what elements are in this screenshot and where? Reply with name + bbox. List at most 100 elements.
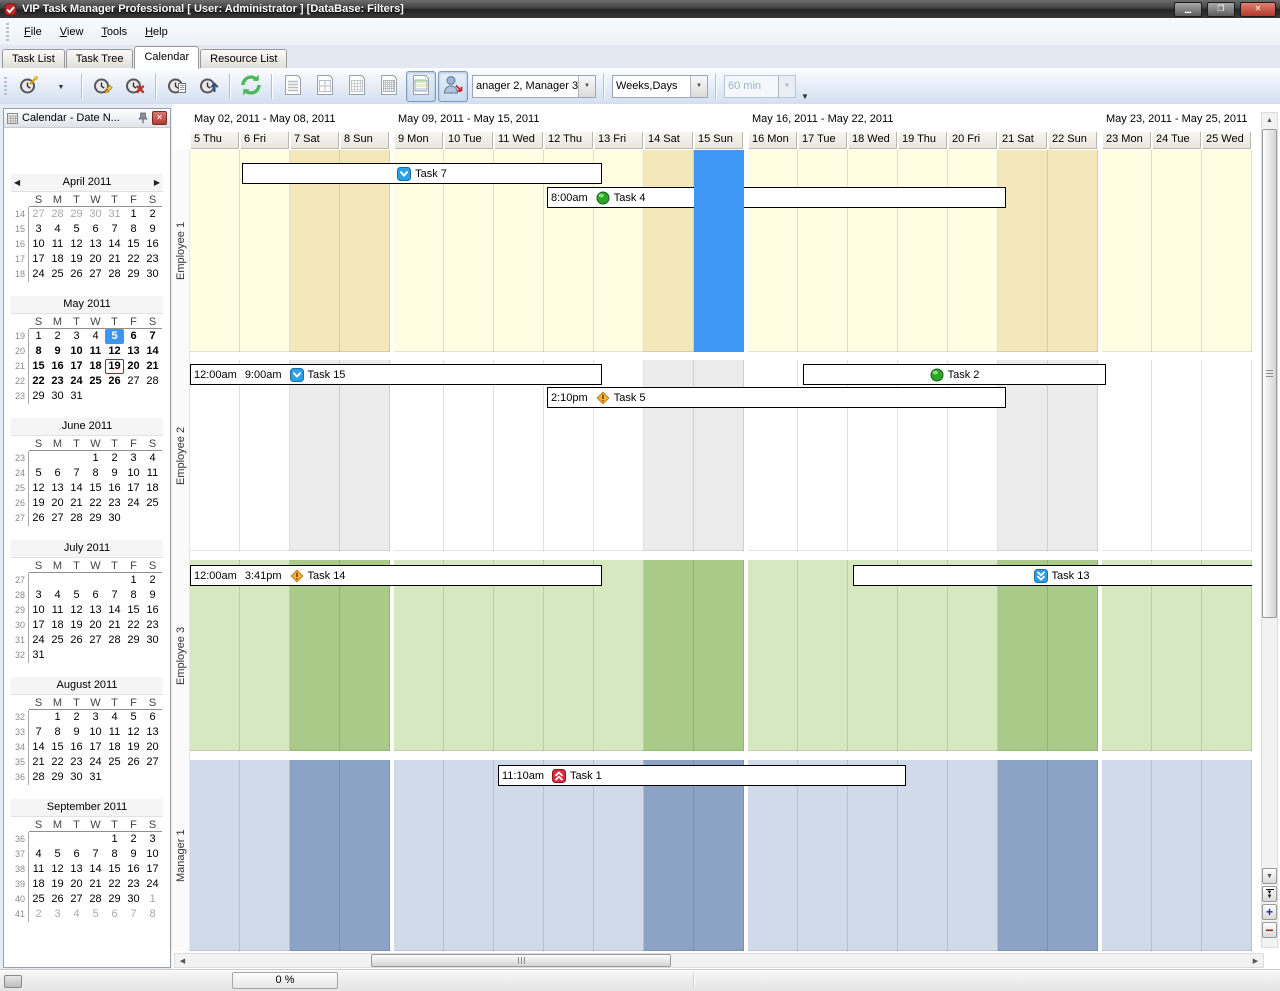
day-16[interactable]: 16 bbox=[48, 359, 67, 374]
day-9[interactable]: 9 bbox=[67, 725, 86, 740]
day-29[interactable]: 29 bbox=[105, 892, 124, 907]
day-25[interactable]: 25 bbox=[143, 496, 162, 511]
day-19[interactable]: 19 bbox=[48, 877, 67, 892]
day-5[interactable]: 5 bbox=[124, 710, 143, 725]
day-header-14-sat[interactable]: 14 Sat bbox=[644, 131, 693, 149]
day-header-18-wed[interactable]: 18 Wed bbox=[848, 131, 897, 149]
day-11[interactable]: 11 bbox=[105, 725, 124, 740]
day-14[interactable]: 14 bbox=[105, 603, 124, 618]
day-cell[interactable] bbox=[1152, 360, 1202, 551]
day-22[interactable]: 22 bbox=[48, 755, 67, 770]
day-cell[interactable] bbox=[340, 560, 390, 751]
day-header-24-tue[interactable]: 24 Tue bbox=[1152, 131, 1201, 149]
day-17[interactable]: 17 bbox=[124, 481, 143, 496]
menu-view[interactable]: View bbox=[51, 22, 93, 42]
day-9[interactable]: 9 bbox=[48, 344, 67, 359]
day-2[interactable]: 2 bbox=[143, 573, 162, 588]
day-14[interactable]: 14 bbox=[29, 740, 48, 755]
day-cell[interactable] bbox=[798, 760, 848, 951]
day-8[interactable]: 8 bbox=[48, 725, 67, 740]
day-22[interactable]: 22 bbox=[124, 618, 143, 633]
day-cell[interactable] bbox=[948, 560, 998, 751]
day-26[interactable]: 26 bbox=[67, 267, 86, 282]
day-header-8-sun[interactable]: 8 Sun bbox=[340, 131, 389, 149]
day-26[interactable]: 26 bbox=[48, 892, 67, 907]
day-15[interactable]: 15 bbox=[86, 481, 105, 496]
day-22[interactable]: 22 bbox=[86, 496, 105, 511]
day-1[interactable]: 1 bbox=[124, 207, 143, 222]
day-cell[interactable] bbox=[644, 760, 694, 951]
day-16[interactable]: 16 bbox=[67, 740, 86, 755]
day-13[interactable]: 13 bbox=[86, 603, 105, 618]
day-header-23-mon[interactable]: 23 Mon bbox=[1102, 131, 1151, 149]
day-10[interactable]: 10 bbox=[67, 344, 86, 359]
day-cell[interactable] bbox=[190, 760, 240, 951]
day-cell[interactable] bbox=[748, 150, 798, 352]
day-cell[interactable] bbox=[394, 360, 444, 551]
day-2[interactable]: 2 bbox=[105, 451, 124, 466]
day-cell[interactable] bbox=[240, 360, 290, 551]
day-2[interactable]: 2 bbox=[48, 329, 67, 344]
day-13[interactable]: 13 bbox=[67, 862, 86, 877]
day-15[interactable]: 15 bbox=[29, 359, 48, 374]
tab-task-tree[interactable]: Task Tree bbox=[66, 49, 134, 68]
day-cell[interactable] bbox=[848, 150, 898, 352]
day-cell[interactable] bbox=[1048, 560, 1098, 751]
day-3[interactable]: 3 bbox=[67, 329, 86, 344]
day-12[interactable]: 12 bbox=[29, 481, 48, 496]
scroll-to-bottom-button[interactable]: ▼▼ bbox=[1262, 886, 1277, 902]
day-cell[interactable] bbox=[290, 760, 340, 951]
day-1[interactable]: 1 bbox=[86, 451, 105, 466]
horizontal-scroll-thumb[interactable] bbox=[371, 954, 671, 967]
next-month-icon[interactable]: ▶ bbox=[154, 175, 160, 191]
task-bar-task-4[interactable]: 8:00amTask 4 bbox=[547, 187, 1006, 208]
day-19[interactable]: 19 bbox=[67, 618, 86, 633]
day-3[interactable]: 3 bbox=[124, 451, 143, 466]
day-10[interactable]: 10 bbox=[124, 466, 143, 481]
day-27[interactable]: 27 bbox=[124, 374, 143, 389]
day-14[interactable]: 14 bbox=[105, 237, 124, 252]
day-cell[interactable] bbox=[494, 560, 544, 751]
task-bar-task-1[interactable]: 11:10amTask 1 bbox=[498, 765, 906, 786]
day-11[interactable]: 11 bbox=[48, 603, 67, 618]
day-8[interactable]: 8 bbox=[29, 344, 48, 359]
day-10[interactable]: 10 bbox=[29, 237, 48, 252]
zoom-in-button[interactable]: + bbox=[1262, 904, 1277, 920]
day-24[interactable]: 24 bbox=[143, 877, 162, 892]
day-28[interactable]: 28 bbox=[143, 374, 162, 389]
day-18[interactable]: 18 bbox=[143, 481, 162, 496]
day-18[interactable]: 18 bbox=[105, 740, 124, 755]
day-cell[interactable] bbox=[340, 360, 390, 551]
day-cell[interactable] bbox=[240, 560, 290, 751]
day-2[interactable]: 2 bbox=[143, 207, 162, 222]
day-6[interactable]: 6 bbox=[48, 466, 67, 481]
day-24[interactable]: 24 bbox=[86, 755, 105, 770]
day-cell[interactable] bbox=[898, 150, 948, 352]
day-cell[interactable] bbox=[444, 760, 494, 951]
day-cell[interactable] bbox=[798, 560, 848, 751]
day-header-12-thu[interactable]: 12 Thu bbox=[544, 131, 593, 149]
day-29[interactable]: 29 bbox=[86, 511, 105, 526]
day-7[interactable]: 7 bbox=[67, 466, 86, 481]
new-task-button[interactable] bbox=[14, 71, 44, 102]
day-20[interactable]: 20 bbox=[124, 359, 143, 374]
maximize-button[interactable]: ❐ bbox=[1207, 2, 1235, 17]
day-4[interactable]: 4 bbox=[143, 451, 162, 466]
day-30[interactable]: 30 bbox=[48, 389, 67, 404]
today-day[interactable]: 19 bbox=[105, 359, 124, 374]
day-1[interactable]: 1 bbox=[143, 892, 162, 907]
day-17[interactable]: 17 bbox=[86, 740, 105, 755]
close-panel-icon[interactable]: ✕ bbox=[152, 111, 167, 125]
day-26[interactable]: 26 bbox=[105, 374, 124, 389]
day-5[interactable]: 5 bbox=[67, 588, 86, 603]
day-24[interactable]: 24 bbox=[124, 496, 143, 511]
day-28[interactable]: 28 bbox=[105, 267, 124, 282]
day-25[interactable]: 25 bbox=[48, 633, 67, 648]
day-24[interactable]: 24 bbox=[29, 633, 48, 648]
day-cell[interactable] bbox=[290, 360, 340, 551]
update-task-button[interactable] bbox=[194, 71, 224, 102]
day-cell[interactable] bbox=[948, 760, 998, 951]
duplicate-task-button[interactable] bbox=[162, 71, 192, 102]
day-cell[interactable] bbox=[190, 360, 240, 551]
day-11[interactable]: 11 bbox=[48, 237, 67, 252]
